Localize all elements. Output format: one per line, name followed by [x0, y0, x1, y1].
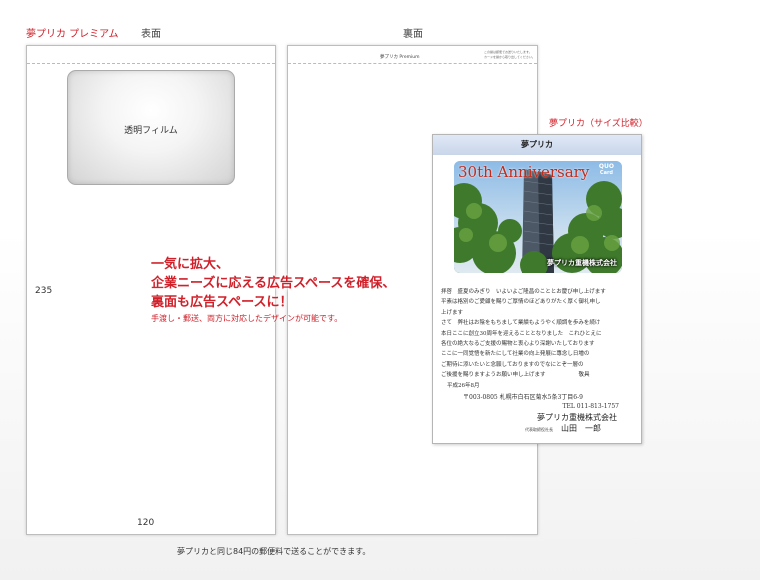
rep-title: 代表取締役社長	[525, 427, 553, 432]
height-dimension: 235	[35, 286, 53, 296]
card-photo: 30th Anniversary QUO Card 夢プリカ重機株式会社	[454, 161, 622, 273]
back-header-note: カードを袋から取り出してください。	[484, 55, 535, 59]
fold-line	[288, 63, 537, 64]
letter-line: 各位の絶大なるご支援の賜物と衷心より深謝いたしております	[441, 341, 595, 348]
promo-line-2: 企業ニーズに応える広告スペースを確保、	[151, 276, 396, 291]
tel-line: TEL 011-813-1757	[562, 403, 619, 410]
promo-line-1: 一気に拡大、	[151, 257, 230, 272]
letter-line: 上げます	[441, 309, 464, 316]
quo-logo: QUO Card	[599, 163, 614, 177]
letter-line: 平素は格別のご愛顧を賜りご厚情のほどありがたく厚く御礼申し	[441, 299, 601, 306]
letter-line: 本日ここに創立30周年を迎えることとなりました これひとえに	[441, 330, 602, 337]
company-name: 夢プリカ重機株式会社	[537, 413, 617, 422]
letter-line: ここに一同覚悟を新たにして社業の向上発展に專念し日増の	[441, 351, 590, 358]
letter-date: 平成26年8月	[447, 382, 480, 389]
letter-line: さて 弊社はお陰をもちまして業績もようやく順調を歩みを続け	[441, 320, 601, 327]
card-company-label: 夢プリカ重機株式会社	[547, 259, 617, 267]
fold-line	[27, 63, 275, 64]
letter-line: ご後援を賜りますようお願い申し上げます 敬具	[441, 372, 590, 379]
front-label: 表面	[141, 29, 161, 40]
promo-headline: 一気に拡大、 企業ニーズに応える広告スペースを確保、 裏面も広告スペースに！	[151, 255, 395, 312]
promo-line-3: 裏面も広告スペースに！	[151, 295, 293, 310]
quo-logo-text: QUO	[598, 163, 614, 170]
letter-line: 拝啓 盛夏のみぎり いよいよご隆昌のこととお慶び申し上げます	[441, 289, 606, 295]
letter-body: 拝啓 盛夏のみぎり いよいよご隆昌のこととお慶び申し上げます 平素は格別のご愛顧…	[441, 287, 606, 391]
promo-subline: 手渡し・郵送、両方に対応したデザインが可能です。	[151, 314, 343, 323]
transparent-film-window: 透明フィルム	[67, 70, 235, 185]
back-header-notes: この袋は郵便でお送りいたします。 カードを袋から取り出してください。	[484, 50, 535, 60]
size-compare-label: 夢プリカ（サイズ比較）	[549, 119, 648, 129]
back-header-title: 夢プリカ Premium	[380, 55, 420, 60]
back-label: 裏面	[403, 29, 423, 40]
anniversary-banner: 30th Anniversary	[458, 163, 590, 181]
footer-note: 夢プリカと同じ84円の郵便料で送ることができます。	[177, 547, 371, 556]
window-label: 透明フィルム	[124, 126, 178, 136]
premium-label: 夢プリカ プレミアム	[26, 29, 119, 40]
rep-name: 山田 一郎	[561, 424, 601, 433]
quo-logo-subtext: Card	[599, 170, 613, 176]
card-title: 夢プリカ	[433, 135, 641, 155]
width-dimension: 120	[137, 518, 155, 528]
letter-line: ご期待に添いたいと念願しておりますのでなにとぞ一層の	[441, 361, 584, 368]
yumeprica-card: 夢プリカ 30th Anniversary QUO Card 夢プリカ重機株式会…	[432, 134, 642, 444]
